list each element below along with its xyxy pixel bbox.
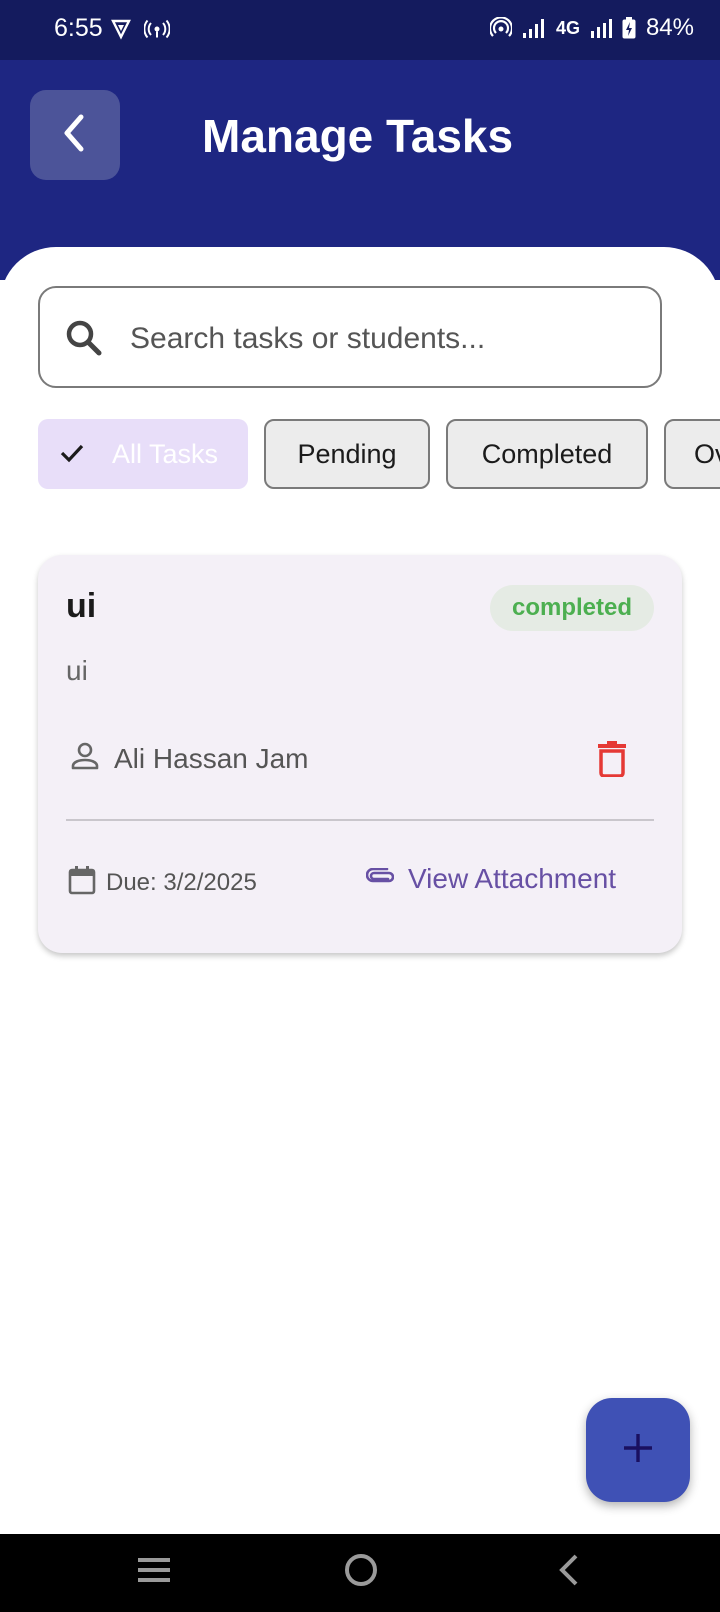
plus-icon xyxy=(622,1432,654,1469)
task-description: ui xyxy=(66,655,88,686)
add-task-button[interactable] xyxy=(586,1398,690,1502)
delete-button[interactable] xyxy=(598,741,626,782)
page-title: Manage Tasks xyxy=(202,110,514,162)
status-bar: 6:55 4G 84% xyxy=(0,0,720,60)
chip-all-tasks[interactable]: All Tasks xyxy=(38,419,248,489)
chip-label: Completed xyxy=(481,438,613,469)
attachment-label: View Attachment xyxy=(408,863,617,894)
hotspot-broadcast-icon xyxy=(144,18,170,40)
status-time: 6:55 xyxy=(54,14,103,42)
back-button[interactable] xyxy=(30,90,120,180)
network-type: 4G xyxy=(555,17,580,38)
view-attachment-button[interactable]: View Attachment xyxy=(365,863,617,895)
signal-2-icon xyxy=(590,18,612,38)
chip-pending[interactable]: Pending xyxy=(264,419,430,489)
home-icon xyxy=(342,1554,380,1594)
recents-icon xyxy=(136,1558,172,1594)
calendar-icon xyxy=(68,865,96,900)
back-icon xyxy=(57,113,93,158)
filter-chips: All Tasks Pending Completed Ov xyxy=(38,419,720,489)
search-icon xyxy=(64,318,104,363)
chip-label: Ov xyxy=(694,438,720,469)
system-nav-bar xyxy=(0,1534,720,1612)
attachment-icon xyxy=(365,867,395,891)
back-nav-icon xyxy=(554,1554,582,1594)
home-button[interactable] xyxy=(342,1550,380,1595)
chip-overdue[interactable]: Ov xyxy=(664,419,720,489)
check-icon xyxy=(60,439,84,470)
card-divider xyxy=(66,819,654,821)
chip-completed[interactable]: Completed xyxy=(446,419,648,489)
person-icon xyxy=(70,741,100,776)
battery-percent: 84% xyxy=(645,14,694,41)
recents-button[interactable] xyxy=(136,1550,172,1595)
due-date-row: Due: 3/2/2025 xyxy=(68,865,257,900)
battery-icon xyxy=(622,17,636,39)
status-badge: completed xyxy=(489,585,654,631)
task-title: ui xyxy=(66,587,97,625)
student-row: Ali Hassan Jam xyxy=(70,741,309,776)
hotspot-icon xyxy=(489,17,512,39)
delete-icon xyxy=(598,741,626,781)
signal-icon xyxy=(522,18,546,38)
vpn-shield-icon xyxy=(110,18,132,40)
search-input[interactable] xyxy=(128,308,642,370)
chip-label: All Tasks xyxy=(112,438,219,469)
student-name: Ali Hassan Jam xyxy=(114,742,309,774)
system-back-button[interactable] xyxy=(554,1550,582,1595)
due-date: Due: 3/2/2025 xyxy=(106,868,257,896)
chip-label: Pending xyxy=(297,438,397,469)
task-card[interactable]: ui completed ui Ali Hassan Jam Due: 3/2/… xyxy=(38,555,682,953)
search-box[interactable] xyxy=(38,286,662,388)
